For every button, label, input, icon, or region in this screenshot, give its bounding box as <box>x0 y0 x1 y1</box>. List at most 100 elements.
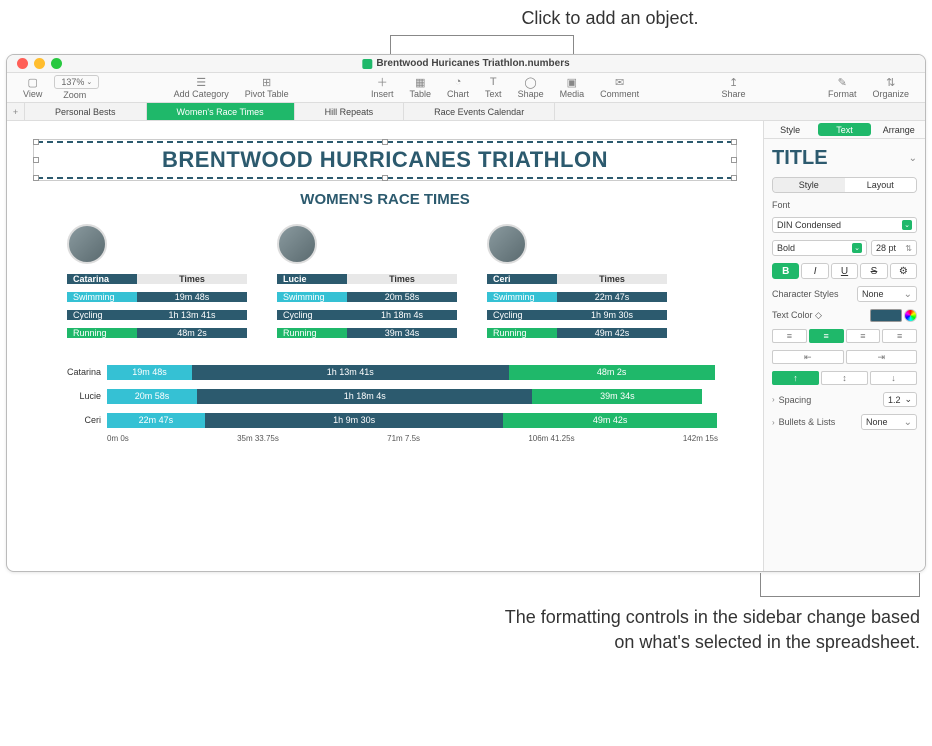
sidebar-tabs: Style Text Arrange <box>764 121 925 139</box>
times-label: Times <box>347 274 457 284</box>
add-sheet-button[interactable]: + <box>7 103 25 120</box>
format-sidebar: Style Text Arrange TITLE ⌄ Style Layout … <box>763 121 925 571</box>
resize-handle[interactable] <box>33 175 39 181</box>
advanced-options-button[interactable]: ⚙ <box>890 263 917 279</box>
spacing-select[interactable]: 1.2 ⌄ <box>883 392 917 407</box>
chevron-right-icon[interactable]: › <box>772 395 775 404</box>
stacked-bar-chart[interactable]: Catarina19m 48s1h 13m 41s48m 2s Lucie20m … <box>37 362 733 443</box>
font-size-stepper[interactable]: 28 pt ⇅ <box>871 240 917 256</box>
chevron-right-icon[interactable]: › <box>772 418 775 427</box>
zoom-window-button[interactable] <box>51 58 62 69</box>
chart-bar-row: Catarina19m 48s1h 13m 41s48m 2s <box>52 362 718 382</box>
italic-button[interactable]: I <box>801 263 828 279</box>
resize-handle[interactable] <box>382 175 388 181</box>
underline-button[interactable]: U <box>831 263 858 279</box>
pivot-table-button[interactable]: ⊞ Pivot Table <box>237 77 297 99</box>
add-category-button[interactable]: ☰ Add Category <box>166 77 237 99</box>
bullets-label: Bullets & Lists <box>779 417 857 427</box>
athlete-name: Catarina <box>67 274 137 284</box>
resize-handle[interactable] <box>731 175 737 181</box>
style-layout-segment[interactable]: Style Layout <box>772 177 917 193</box>
sheet-tab-race-events[interactable]: Race Events Calendar <box>404 103 555 120</box>
stepper-icon: ⌄ <box>852 243 862 253</box>
font-weight-select[interactable]: Bold ⌄ <box>772 240 867 256</box>
athlete-table[interactable]: CeriTimesSwimming22m 47sCycling1h 9m 30s… <box>487 224 667 342</box>
category-icon: ☰ <box>194 77 208 88</box>
format-button[interactable]: ✎Format <box>820 77 865 99</box>
align-justify-button[interactable]: ≡ <box>882 329 917 343</box>
valign-middle-button[interactable]: ↕ <box>821 371 868 385</box>
resize-handle[interactable] <box>33 157 39 163</box>
comment-button[interactable]: ✉Comment <box>592 77 647 99</box>
sheet-tab-womens-race-times[interactable]: Women's Race Times <box>147 103 295 120</box>
athlete-table[interactable]: CatarinaTimesSwimming19m 48sCycling1h 13… <box>67 224 247 342</box>
activity-label: Cycling <box>277 310 347 320</box>
chart-bar-row: Lucie20m 58s1h 18m 4s39m 34s <box>52 386 718 406</box>
close-window-button[interactable] <box>17 58 28 69</box>
indent-button[interactable]: ⇥ <box>846 350 918 364</box>
spreadsheet-canvas[interactable]: BRENTWOOD HURRICANES TRIATHLON WOMEN'S R… <box>7 121 763 571</box>
subtab-style[interactable]: Style <box>773 178 845 192</box>
title-text-box[interactable]: BRENTWOOD HURRICANES TRIATHLON <box>37 141 733 179</box>
text-color-label: Text Color ◇ <box>772 310 822 321</box>
bar-segment-running: 48m 2s <box>509 365 715 380</box>
font-family-select[interactable]: DIN Condensed ⌄ <box>772 217 917 233</box>
times-label: Times <box>557 274 667 284</box>
paragraph-style-preview[interactable]: TITLE <box>772 147 828 170</box>
align-left-button[interactable]: ≡ <box>772 329 807 343</box>
window-title: Brentwood Huricanes Triathlon.numbers <box>362 58 569 69</box>
sheet-tab-label: Women's Race Times <box>177 107 264 117</box>
sidebar-tab-arrange[interactable]: Arrange <box>873 121 925 138</box>
sidebar-tab-text[interactable]: Text <box>818 123 870 136</box>
resize-handle[interactable] <box>33 139 39 145</box>
share-button[interactable]: ↥Share <box>714 77 754 99</box>
table-button[interactable]: ▦Table <box>402 77 440 99</box>
resize-handle[interactable] <box>731 139 737 145</box>
subtab-layout[interactable]: Layout <box>845 178 917 192</box>
athlete-table[interactable]: LucieTimesSwimming20m 58sCycling1h 18m 4… <box>277 224 457 342</box>
color-picker-button[interactable] <box>904 309 917 322</box>
activity-label: Running <box>277 328 347 338</box>
insert-button[interactable]: ＋Insert <box>363 77 402 99</box>
insert-label: Insert <box>371 89 394 99</box>
shape-button[interactable]: ◯Shape <box>510 77 552 99</box>
media-label: Media <box>560 89 585 99</box>
media-button[interactable]: ▣Media <box>552 77 593 99</box>
text-button[interactable]: TText <box>477 77 510 99</box>
callout-top-leader <box>390 35 574 55</box>
stepper-icon: ⌄ <box>902 220 912 230</box>
char-styles-select[interactable]: None ⌄ <box>857 286 917 302</box>
callout-bottom-leader <box>760 573 920 597</box>
align-right-button[interactable]: ≡ <box>846 329 881 343</box>
bar-category-label: Lucie <box>52 391 107 401</box>
time-value: 20m 58s <box>347 292 457 302</box>
valign-bottom-button[interactable]: ↓ <box>870 371 917 385</box>
valign-top-button[interactable]: ↑ <box>772 371 819 385</box>
minimize-window-button[interactable] <box>34 58 45 69</box>
resize-handle[interactable] <box>382 139 388 145</box>
bullets-select[interactable]: None ⌄ <box>861 414 917 430</box>
chart-button[interactable]: ◔Chart <box>439 77 477 99</box>
char-styles-label: Character Styles <box>772 289 853 299</box>
toolbar: ▢ View 137% ⌄ Zoom ☰ Add Category ⊞ Pivo… <box>7 73 925 103</box>
sheet-tab-hill-repeats[interactable]: Hill Repeats <box>295 103 405 120</box>
text-color-swatch[interactable] <box>870 309 902 322</box>
table-row: Running39m 34s <box>277 324 457 342</box>
sheet-tab-personal-bests[interactable]: Personal Bests <box>25 103 147 120</box>
view-button[interactable]: ▢ View <box>15 77 50 99</box>
outdent-button[interactable]: ⇤ <box>772 350 844 364</box>
organize-button[interactable]: ⇅Organize <box>864 77 917 99</box>
align-center-button[interactable]: ≡ <box>809 329 844 343</box>
resize-handle[interactable] <box>731 157 737 163</box>
font-family-value: DIN Condensed <box>777 220 841 230</box>
view-label: View <box>23 89 42 99</box>
table-row: Swimming22m 47s <box>487 288 667 306</box>
zoom-dropdown[interactable]: 137% ⌄ <box>54 75 99 89</box>
strikethrough-button[interactable]: S <box>860 263 887 279</box>
sheet-tab-label: Race Events Calendar <box>434 107 524 117</box>
subtitle: WOMEN'S RACE TIMES <box>37 191 733 208</box>
bold-button[interactable]: B <box>772 263 799 279</box>
chevron-down-icon[interactable]: ⌄ <box>909 153 917 164</box>
table-row: Cycling1h 9m 30s <box>487 306 667 324</box>
sidebar-tab-style[interactable]: Style <box>764 121 816 138</box>
